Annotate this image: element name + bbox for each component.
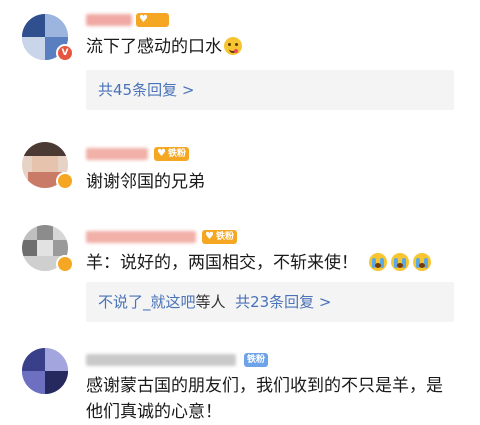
reply-count-link[interactable]: 共45条回复 >	[98, 70, 194, 110]
comment-item: ♥ 铁粉 谢谢邻国的兄弟	[0, 130, 480, 210]
crying-face-icon	[369, 253, 388, 271]
fan-badge-label: 铁粉	[168, 149, 187, 159]
verified-badge-icon	[56, 172, 74, 190]
comment-text: 感谢蒙古国的朋友们，我们收到的不只是羊，是他们真诚的心意！	[86, 373, 456, 425]
heart-icon: ♥	[157, 148, 166, 159]
reply-names-suffix: 等人	[195, 293, 226, 311]
fan-badge-label: 铁粉	[216, 232, 235, 242]
verified-badge-icon	[56, 255, 74, 273]
fan-badge-label: 铁粉	[247, 355, 266, 365]
verified-badge-icon: V	[56, 44, 74, 62]
fan-badge: ♥ 铁粉	[154, 147, 190, 161]
comment-item: 铁粉 感谢蒙古国的朋友们，我们收到的不只是羊，是他们真诚的心意！	[0, 336, 480, 425]
username-blurred[interactable]	[86, 148, 148, 160]
comment-item: ♥ 铁粉 羊：说好的，两国相交，不斩来使！ 不说了_就这吧等人 共23条回复 >	[0, 213, 480, 328]
comment-text-body: 谢谢邻国的兄弟	[86, 172, 205, 192]
reply-summary[interactable]: 共45条回复 >	[86, 70, 454, 110]
avatar[interactable]	[22, 348, 68, 394]
comment-text-body: 流下了感动的口水	[86, 37, 222, 57]
comment-text: 羊：说好的，两国相交，不斩来使！	[86, 250, 460, 276]
fan-badge: 铁粉	[244, 353, 269, 367]
comment-text: 谢谢邻国的兄弟	[86, 169, 460, 195]
reply-count-link[interactable]: 共23条回复 >	[235, 282, 331, 322]
reply-summary[interactable]: 不说了_就这吧等人 共23条回复 >	[86, 282, 454, 322]
fan-badge: ♥	[136, 13, 169, 27]
username-blurred[interactable]	[86, 354, 236, 366]
heart-icon: ♥	[205, 231, 214, 242]
username-blurred[interactable]	[86, 231, 196, 243]
comment-text-body: 感谢蒙古国的朋友们，我们收到的不只是羊，是他们真诚的心意！	[86, 376, 443, 422]
reply-names-link[interactable]: 不说了_就这吧	[98, 282, 196, 322]
fan-badge: ♥ 铁粉	[202, 230, 238, 244]
username-blurred[interactable]	[86, 14, 132, 26]
comment-text: 流下了感动的口水	[86, 34, 460, 60]
crying-face-icon	[413, 253, 432, 271]
crying-face-icon	[391, 253, 410, 271]
heart-icon: ♥	[139, 14, 148, 25]
comment-item: V ♥ 流下了感动的口水 共45条回复 >	[0, 0, 480, 115]
comment-text-body: 羊：说好的，两国相交，不斩来使！	[86, 253, 358, 273]
yum-face-icon	[224, 37, 242, 55]
